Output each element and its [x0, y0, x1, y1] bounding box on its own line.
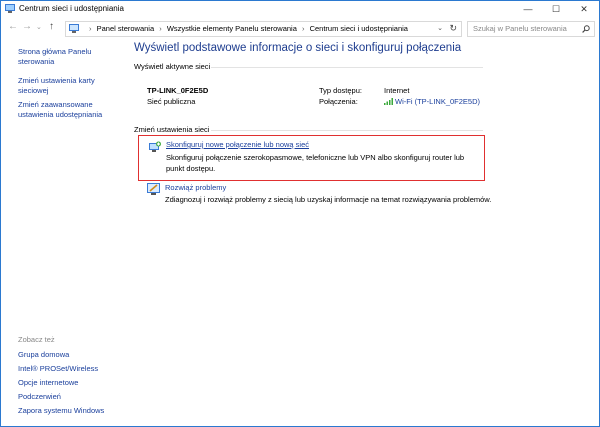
search-input[interactable]: Szukaj w Panelu sterowania	[467, 21, 595, 37]
setup-connection-description: Skonfiguruj połączenie szerokopasmowe, t…	[166, 153, 465, 173]
breadcrumb-control-panel[interactable]: Panel sterowania	[97, 24, 155, 33]
see-also-windows-firewall[interactable]: Zapora systemu Windows	[18, 406, 104, 416]
see-also-internet-options[interactable]: Opcje internetowe	[18, 378, 78, 388]
address-bar[interactable]: › Panel sterowania › Wszystkie elementy …	[65, 21, 462, 37]
search-placeholder: Szukaj w Panelu sterowania	[473, 24, 567, 33]
see-also-homegroup[interactable]: Grupa domowa	[18, 350, 69, 360]
see-also-heading: Zobacz też	[18, 335, 55, 344]
troubleshoot-description: Zdiagnozuj i rozwiąż problemy z siecią l…	[165, 195, 492, 204]
window-title: Centrum sieci i udostępniania	[19, 4, 124, 13]
back-arrow-icon[interactable]: ←	[8, 21, 18, 32]
minimize-button[interactable]: —	[515, 1, 541, 17]
window: Centrum sieci i udostępniania — ☐ ✕ ← → …	[0, 0, 600, 427]
breadcrumb-all-items[interactable]: Wszystkie elementy Panelu sterowania	[167, 24, 297, 33]
control-panel-icon	[69, 24, 79, 33]
title-bar: Centrum sieci i udostępniania — ☐ ✕	[1, 1, 599, 17]
recent-pages-icon[interactable]: ⌄	[36, 23, 42, 31]
see-also-intel-proset[interactable]: Intel® PROSet/Wireless	[18, 364, 98, 374]
network-center-icon	[5, 4, 15, 13]
sidebar-link-label: ustawienia udostępniania	[18, 110, 103, 119]
breadcrumb-separator: ›	[301, 24, 305, 33]
troubleshoot-icon	[147, 183, 160, 195]
page-title: Wyświetl podstawowe informacje o sieci i…	[134, 42, 462, 54]
sidebar: Strona główna Panelu sterowania Zmień us…	[1, 39, 125, 425]
wifi-connection-label: Wi-Fi (TP-LINK_0F2E5D)	[395, 97, 481, 106]
new-connection-icon	[149, 141, 161, 152]
breadcrumb-network-center[interactable]: Centrum sieci i udostępniania	[310, 24, 408, 33]
sidebar-link-control-panel-home[interactable]: Strona główna Panelu sterowania	[18, 47, 91, 67]
active-networks-heading: Wyświetl aktywne sieci	[134, 62, 211, 71]
setup-connection-task: Skonfiguruj nowe połączenie lub nową sie…	[138, 135, 485, 181]
sidebar-link-label: Strona główna Panelu	[18, 47, 92, 56]
sidebar-link-adapter-settings[interactable]: Zmień ustawienia karty sieciowej	[18, 76, 95, 96]
see-also-infrared[interactable]: Podczerwień	[18, 392, 61, 402]
search-icon[interactable]	[582, 25, 590, 33]
breadcrumb-separator: ›	[89, 24, 92, 33]
close-button[interactable]: ✕	[571, 1, 597, 17]
sidebar-link-label: Zmień zaawansowane	[18, 100, 93, 109]
change-settings-heading: Zmień ustawienia sieci	[134, 125, 210, 134]
refresh-icon[interactable]: ↻	[449, 23, 457, 34]
breadcrumb-separator: ›	[159, 24, 162, 33]
address-dropdown-icon[interactable]: ⌄	[437, 24, 443, 32]
sidebar-link-label: sterowania	[18, 57, 55, 66]
wifi-connection-link[interactable]: Wi-Fi (TP-LINK_0F2E5D)	[384, 97, 480, 106]
sidebar-link-label: Zmień ustawienia karty	[18, 76, 95, 85]
network-name: TP-LINK_0F2E5D	[147, 86, 209, 95]
access-type-value: Internet	[384, 86, 410, 95]
forward-arrow-icon[interactable]: →	[22, 21, 32, 32]
setup-connection-link[interactable]: Skonfiguruj nowe połączenie lub nową sie…	[166, 140, 309, 149]
wifi-signal-icon	[384, 98, 393, 105]
section-divider	[211, 130, 483, 131]
up-arrow-icon[interactable]: ↑	[49, 21, 54, 32]
maximize-button[interactable]: ☐	[543, 1, 569, 17]
network-category: Sieć publiczna	[147, 97, 196, 106]
troubleshoot-link[interactable]: Rozwiąż problemy	[165, 183, 226, 192]
navigation-bar: ← → ⌄ ↑ › Panel sterowania › Wszystkie e…	[1, 18, 599, 38]
section-divider	[211, 67, 483, 68]
access-type-label: Typ dostępu:	[319, 86, 362, 95]
sidebar-link-label: sieciowej	[18, 86, 49, 95]
sidebar-link-advanced-sharing[interactable]: Zmień zaawansowane ustawienia udostępnia…	[18, 100, 102, 120]
connections-label: Połączenia:	[319, 97, 358, 106]
breadcrumb: › Panel sterowania › Wszystkie elementy …	[86, 24, 408, 33]
